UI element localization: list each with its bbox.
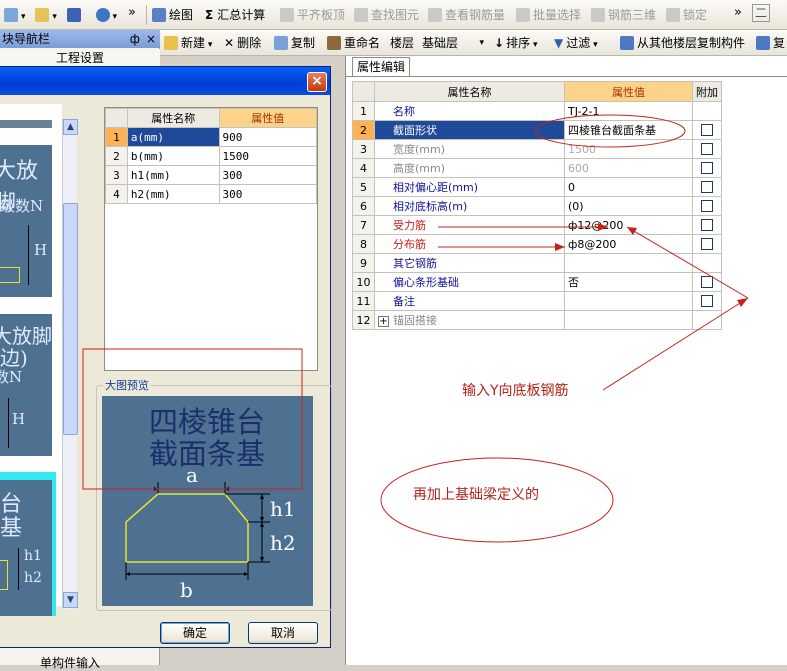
preview-highlight-box <box>82 348 303 490</box>
annotation-beam-note: 再加上基础梁定义的 <box>413 487 539 503</box>
annotation-overlay <box>82 114 749 543</box>
shape-highlight-ellipse <box>534 114 686 148</box>
annotation-rebar-note: 输入Y向底板钢筋 <box>462 383 569 399</box>
